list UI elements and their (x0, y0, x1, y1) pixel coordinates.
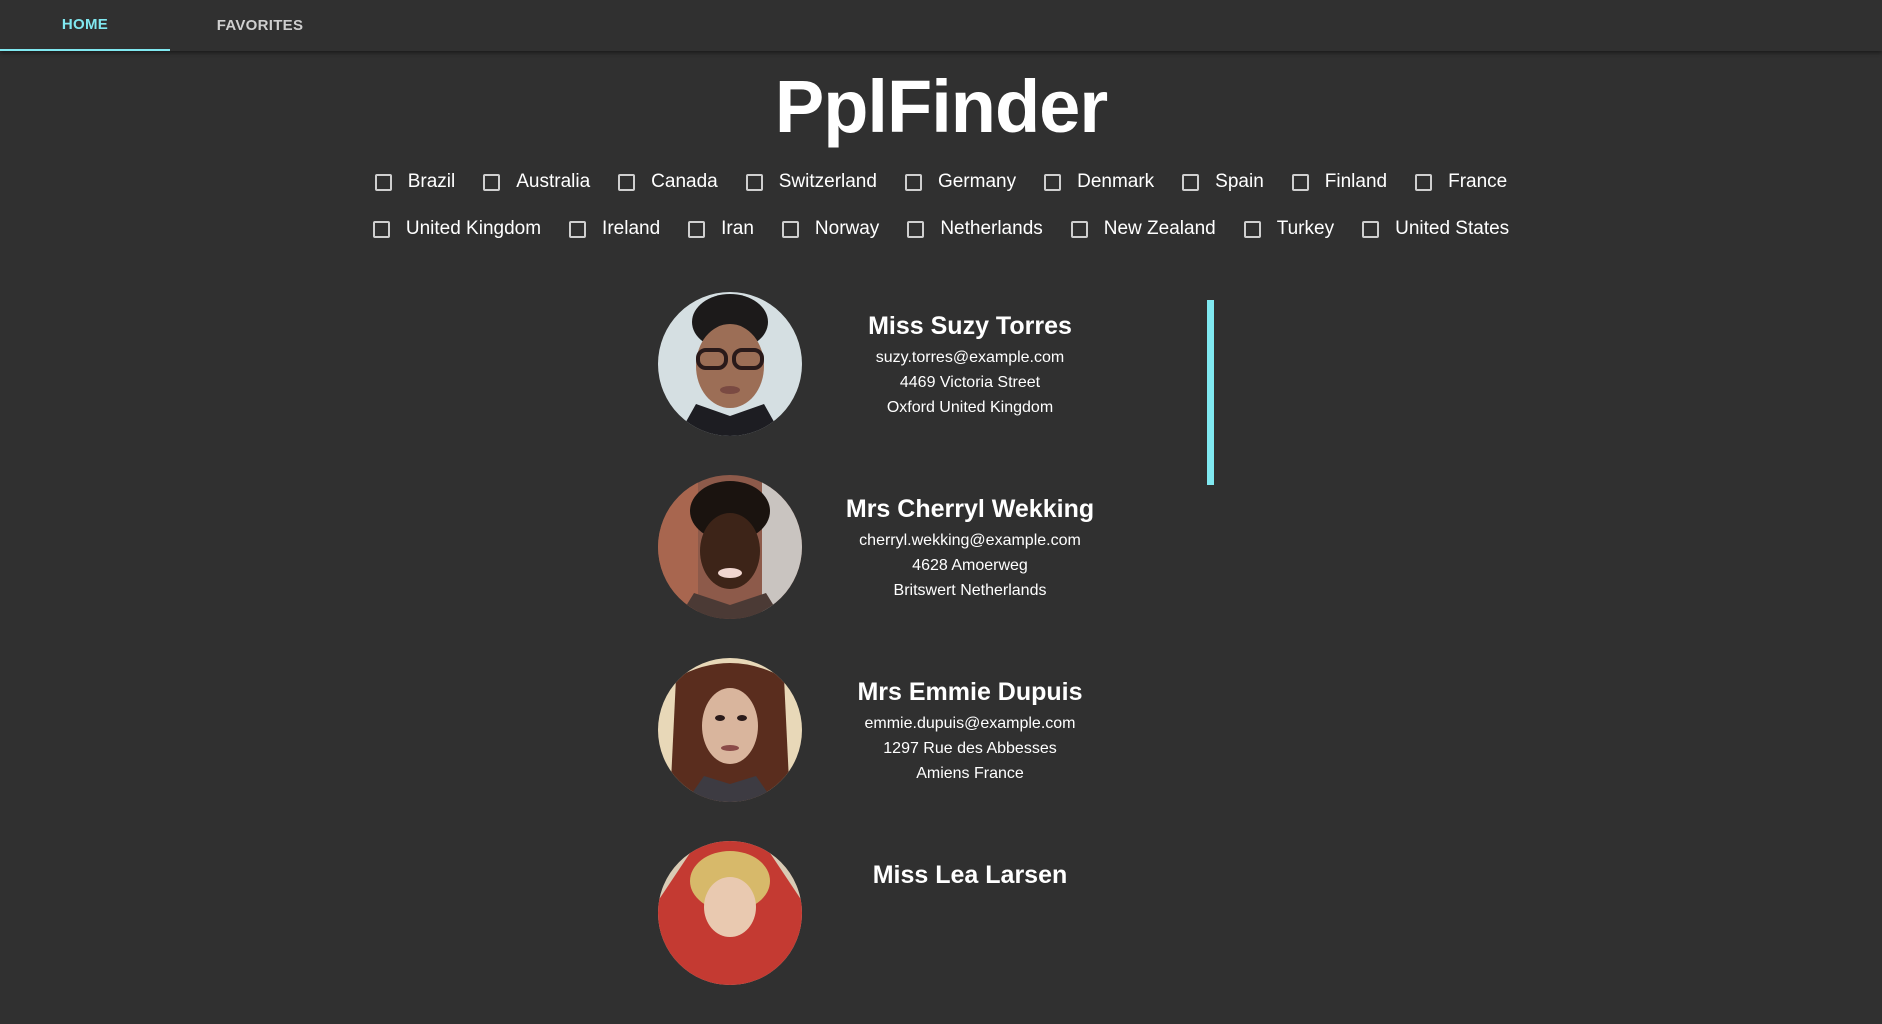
page-title: PplFinder (774, 65, 1108, 148)
country-checkbox-canada[interactable]: Canada (618, 171, 718, 193)
country-filter-row-2: United Kingdom Ireland Iran Norway Nethe… (360, 211, 1522, 247)
country-label: Iran (721, 218, 754, 239)
checkbox-icon[interactable] (618, 173, 636, 191)
country-label: Germany (937, 171, 1017, 192)
user-info: Miss Lea Larsen (820, 859, 1120, 894)
country-checkbox-united-kingdom[interactable]: United Kingdom (372, 218, 542, 240)
checkbox-icon[interactable] (372, 220, 390, 238)
checkbox-icon[interactable] (688, 220, 706, 238)
country-checkbox-turkey[interactable]: Turkey (1243, 218, 1335, 240)
country-label: Canada (651, 171, 718, 192)
checkbox-icon[interactable] (781, 220, 799, 238)
country-checkbox-switzerland[interactable]: Switzerland (745, 171, 877, 193)
country-checkbox-brazil[interactable]: Brazil (374, 171, 456, 193)
country-label: Brazil (407, 171, 456, 192)
user-email: suzy.torres@example.com (875, 349, 1065, 366)
avatar-portrait-1 (658, 292, 802, 436)
user-info: Mrs Cherryl Wekking cherryl.wekking@exam… (820, 493, 1120, 603)
avatar (658, 658, 802, 802)
user-card[interactable]: Miss Suzy Torres suzy.torres@example.com… (658, 292, 1214, 475)
country-label: New Zealand (1103, 218, 1216, 239)
checkbox-icon[interactable] (1243, 220, 1261, 238)
checkbox-icon[interactable] (483, 173, 501, 191)
user-email: cherryl.wekking@example.com (859, 532, 1081, 549)
checkbox-icon[interactable] (907, 220, 925, 238)
country-checkbox-iran[interactable]: Iran (688, 218, 754, 240)
country-checkbox-denmark[interactable]: Denmark (1044, 171, 1154, 193)
user-card[interactable]: Mrs Cherryl Wekking cherryl.wekking@exam… (658, 475, 1214, 658)
checkbox-icon[interactable] (1070, 220, 1088, 238)
user-street: 1297 Rue des Abbesses (883, 740, 1057, 757)
country-checkbox-australia[interactable]: Australia (483, 171, 590, 193)
country-label: United Kingdom (405, 218, 542, 239)
checkbox-icon[interactable] (1182, 173, 1200, 191)
user-name: Miss Lea Larsen (872, 861, 1068, 889)
country-checkbox-united-states[interactable]: United States (1362, 218, 1509, 240)
user-city: Amiens France (916, 765, 1024, 782)
checkbox-icon[interactable] (1362, 220, 1380, 238)
user-list[interactable]: Miss Suzy Torres suzy.torres@example.com… (658, 292, 1214, 1024)
user-city: Oxford United Kingdom (886, 399, 1054, 416)
country-label: Finland (1324, 171, 1388, 192)
country-filter-row-1: Brazil Australia Canada Switzerland Germ… (360, 164, 1522, 200)
country-label: Netherlands (940, 218, 1043, 239)
country-checkbox-spain[interactable]: Spain (1182, 171, 1264, 193)
tab-favorites[interactable]: FAVORITES (170, 0, 350, 51)
avatar (658, 841, 802, 985)
country-label: Denmark (1077, 171, 1155, 192)
top-navigation-bar: HOME FAVORITES (0, 0, 1882, 51)
country-checkbox-finland[interactable]: Finland (1291, 171, 1388, 193)
user-name: Miss Suzy Torres (868, 312, 1072, 340)
user-name: Mrs Emmie Dupuis (857, 678, 1083, 706)
user-card[interactable]: Miss Lea Larsen (658, 841, 1214, 1024)
user-email: emmie.dupuis@example.com (864, 715, 1076, 732)
checkbox-icon[interactable] (745, 173, 763, 191)
tab-home[interactable]: HOME (0, 0, 170, 51)
avatar (658, 292, 802, 436)
checkbox-icon[interactable] (569, 220, 587, 238)
country-checkbox-ireland[interactable]: Ireland (569, 218, 660, 240)
country-checkbox-france[interactable]: France (1415, 171, 1507, 193)
user-name: Mrs Cherryl Wekking (845, 495, 1095, 523)
country-label: Ireland (602, 218, 661, 239)
user-card[interactable]: Mrs Emmie Dupuis emmie.dupuis@example.co… (658, 658, 1214, 841)
avatar-portrait-3 (658, 658, 802, 802)
country-checkbox-new-zealand[interactable]: New Zealand (1070, 218, 1216, 240)
avatar-portrait-4 (658, 841, 802, 985)
country-label: Norway (814, 218, 880, 239)
user-street: 4469 Victoria Street (899, 374, 1041, 391)
checkbox-icon[interactable] (374, 173, 392, 191)
checkbox-icon[interactable] (1415, 173, 1433, 191)
country-checkbox-germany[interactable]: Germany (904, 171, 1017, 193)
country-label: Spain (1215, 171, 1264, 192)
country-label: Turkey (1276, 218, 1335, 239)
country-checkbox-norway[interactable]: Norway (781, 218, 880, 240)
country-label: France (1448, 171, 1508, 192)
user-info: Mrs Emmie Dupuis emmie.dupuis@example.co… (820, 676, 1120, 786)
checkbox-icon[interactable] (1044, 173, 1062, 191)
checkbox-icon[interactable] (904, 173, 922, 191)
scrollbar-thumb[interactable] (1207, 300, 1214, 485)
user-street: 4628 Amoerweg (912, 557, 1028, 574)
avatar (658, 475, 802, 619)
country-checkbox-netherlands[interactable]: Netherlands (907, 218, 1043, 240)
user-city: Britswert Netherlands (893, 582, 1047, 599)
checkbox-icon[interactable] (1291, 173, 1309, 191)
country-label: United States (1395, 218, 1510, 239)
country-label: Switzerland (778, 171, 877, 192)
avatar-portrait-2 (658, 475, 802, 619)
country-label: Australia (516, 171, 591, 192)
user-info: Miss Suzy Torres suzy.torres@example.com… (820, 310, 1120, 420)
